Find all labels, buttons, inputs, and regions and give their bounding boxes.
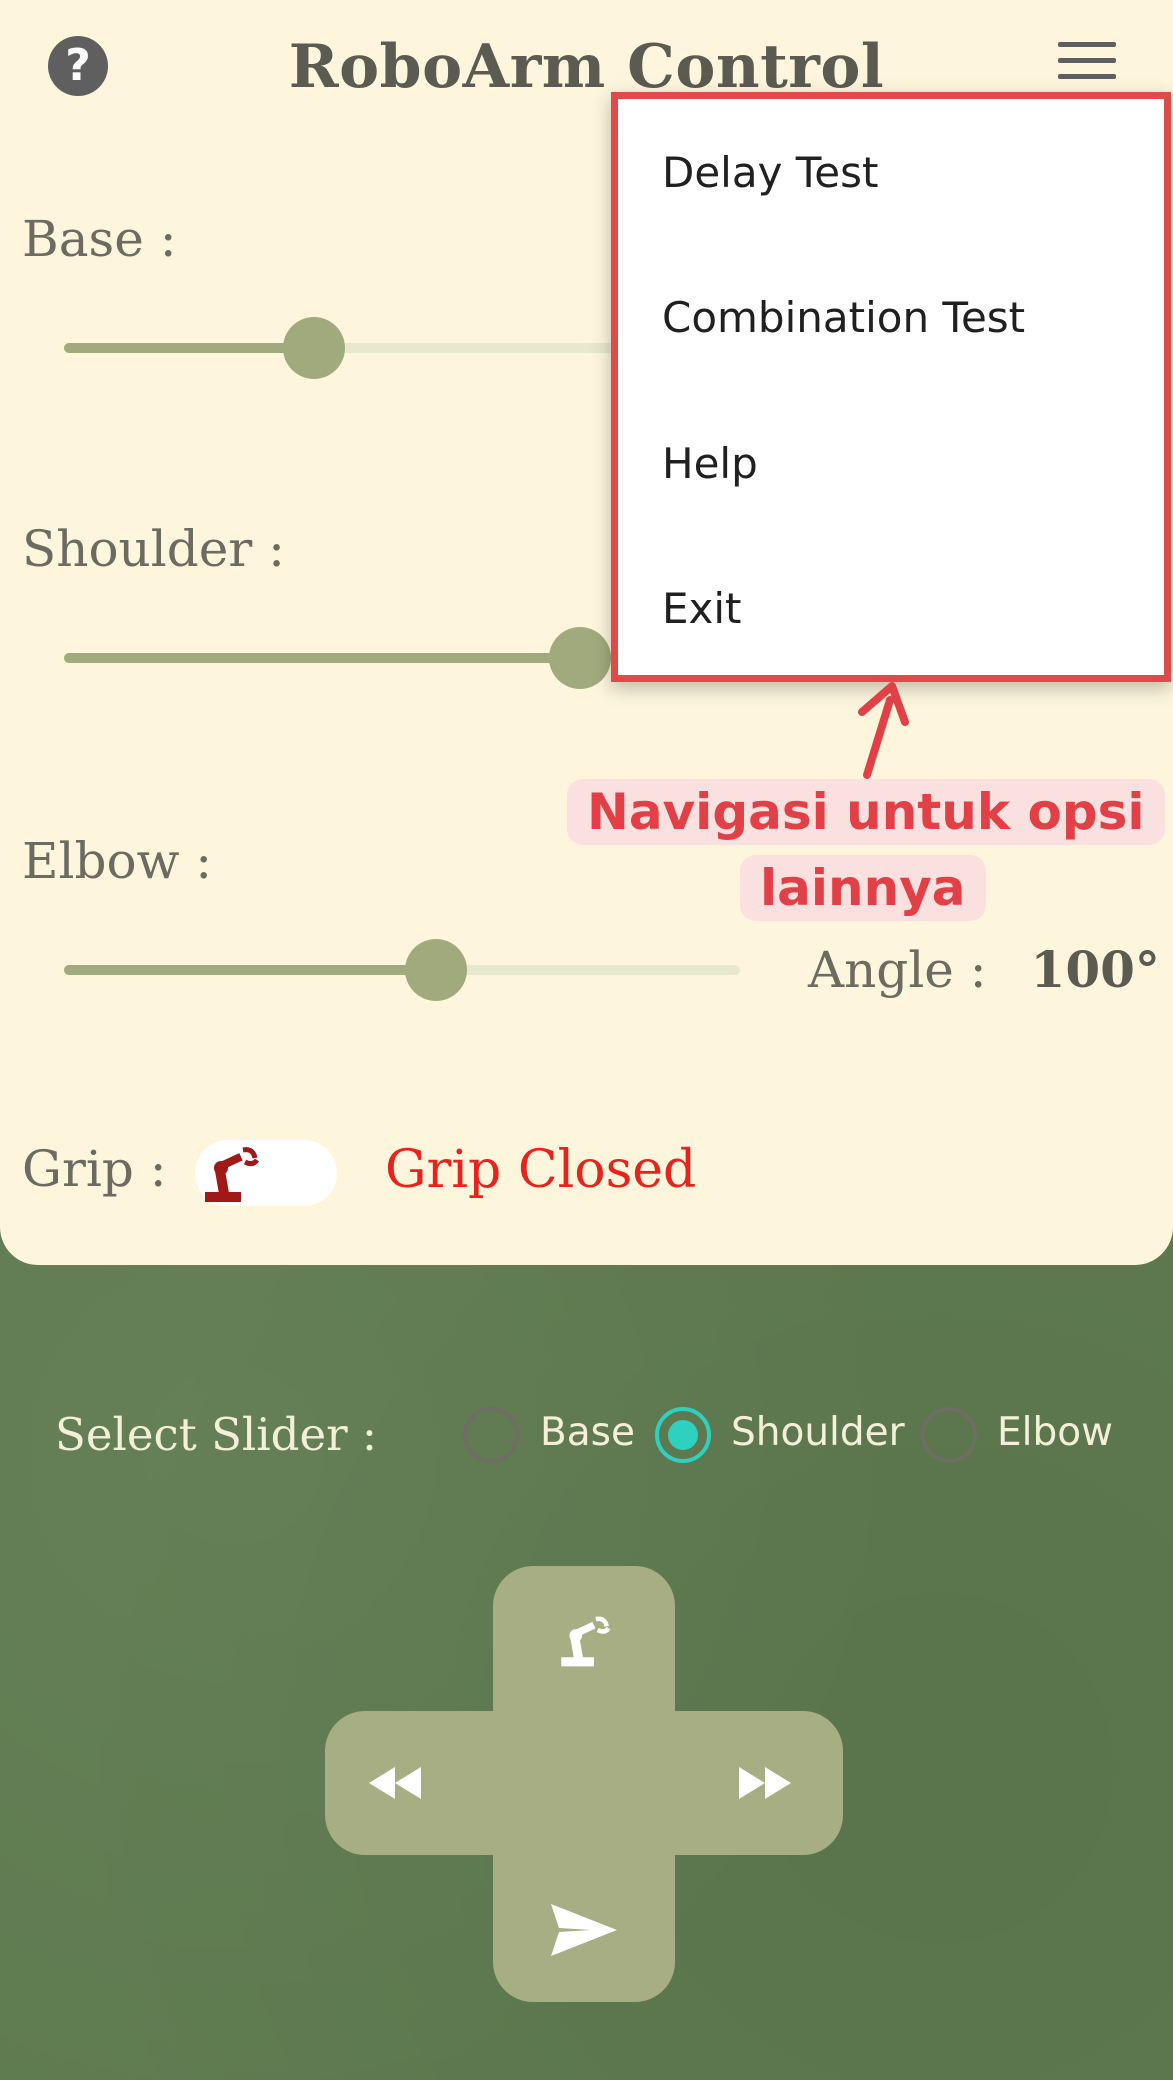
rewind-icon bbox=[369, 1767, 421, 1799]
shoulder-slider-fill bbox=[64, 653, 579, 663]
base-slider-fill bbox=[64, 343, 314, 353]
annotation-note-line1: Navigasi untuk opsi bbox=[567, 779, 1165, 845]
shoulder-label: Shoulder : bbox=[22, 520, 285, 578]
fast-forward-icon bbox=[739, 1767, 791, 1799]
elbow-angle-label: Angle : bbox=[808, 941, 987, 999]
base-slider-thumb[interactable] bbox=[283, 317, 345, 379]
dpad-up-button[interactable] bbox=[523, 1595, 645, 1685]
shoulder-slider-thumb[interactable] bbox=[549, 627, 611, 689]
dpad-right-button[interactable] bbox=[710, 1738, 820, 1828]
select-slider-label: Select Slider : bbox=[55, 1408, 378, 1461]
send-icon bbox=[551, 1904, 617, 1956]
robot-arm-icon bbox=[561, 1616, 611, 1667]
elbow-slider-thumb[interactable] bbox=[405, 939, 467, 1001]
radio-elbow[interactable] bbox=[921, 1407, 977, 1463]
dpad-left-button[interactable] bbox=[340, 1738, 450, 1828]
hamburger-menu-icon[interactable] bbox=[1058, 42, 1116, 86]
grip-toggle[interactable] bbox=[195, 1140, 337, 1206]
robot-arm-icon bbox=[205, 1147, 260, 1202]
base-label: Base : bbox=[22, 210, 177, 268]
radio-shoulder[interactable] bbox=[655, 1407, 711, 1463]
elbow-slider[interactable] bbox=[64, 939, 740, 1001]
radio-elbow-label: Elbow bbox=[997, 1410, 1113, 1455]
dpad-down-button[interactable] bbox=[523, 1880, 645, 1980]
radio-shoulder-label: Shoulder bbox=[731, 1410, 905, 1455]
elbow-angle: Angle : 100° bbox=[808, 940, 1160, 999]
menu-highlight-box bbox=[611, 92, 1171, 682]
elbow-slider-fill bbox=[64, 965, 436, 975]
elbow-angle-value: 100° bbox=[1030, 940, 1160, 999]
radio-base[interactable] bbox=[463, 1407, 519, 1463]
grip-status: Grip Closed bbox=[385, 1140, 697, 1200]
annotation-note-line2: lainnya bbox=[740, 855, 986, 921]
radio-base-label: Base bbox=[540, 1410, 635, 1455]
elbow-label: Elbow : bbox=[22, 832, 213, 890]
grip-label: Grip : bbox=[22, 1140, 167, 1198]
